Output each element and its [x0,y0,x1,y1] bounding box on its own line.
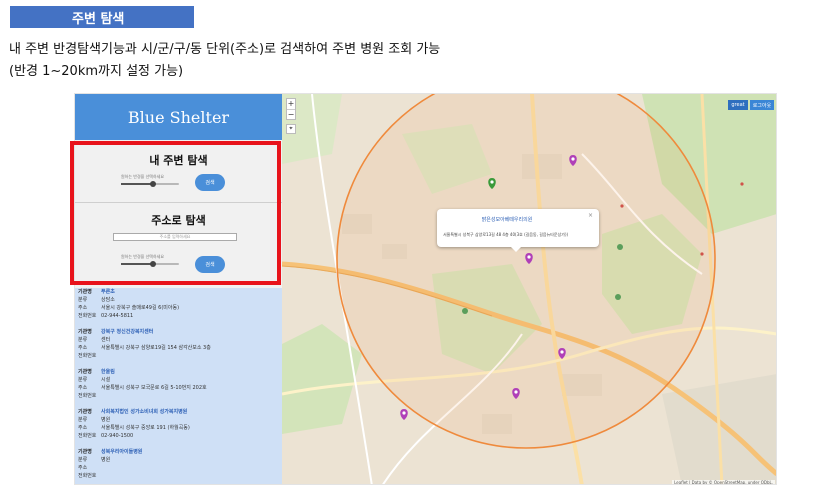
result-row-name: 기관명 푸른초 [75,288,282,296]
result-name[interactable]: 한울림 [101,368,115,376]
app-title: Blue Shelter [75,94,282,140]
result-row-phone: 전화번호 02-944-5811 [75,312,282,320]
locate-icon[interactable]: ⌖ [286,124,296,134]
result-row-name: 기관명 성북우리아이들병원 [75,448,282,456]
description-line-2: (반경 1~20km까지 설정 가능) [9,64,184,79]
marker-popup: 밝은성모아베떼우리의원 서울특별시 성북구 삼양로13길 48 4층 40(3호… [437,209,599,252]
result-row-name: 기관명 강북구 정신건강복지센터 [75,328,282,336]
result-item[interactable]: 기관명 강북구 정신건강복지센터분류 센터주소 서울특별시 강북구 삼양로19길 15… [75,328,282,360]
result-field-label: 전화번호 [78,353,97,359]
result-field-label: 전화번호 [78,393,97,399]
result-field-label: 기관명 [78,449,92,455]
section-tag: 주변 탐색 [10,6,194,28]
result-category: 상담소 [101,297,115,303]
result-address: 서울특별시 강북구 삼양로19길 154 삼각산보소 3층 [101,345,211,351]
result-row-phone: 전화번호 [75,472,282,480]
result-field-label: 전화번호 [78,473,97,479]
result-category: 병원 [101,457,111,463]
result-row-address: 주소 서울특별시 강북구 삼양로19길 154 삼각산보소 3층 [75,344,282,352]
result-category: 병원 [101,417,111,423]
result-field-label: 주소 [78,305,88,311]
map-canvas [282,94,776,484]
result-field-label: 기관명 [78,289,92,295]
result-name[interactable]: 성북우리아이들병원 [101,448,142,456]
result-row-address: 주소 서울특별시 성북구 중앙로 191 (하월곡동) [75,424,282,432]
result-name[interactable]: 사회복지법인 성가소비녀회 성가복지병원 [101,408,187,416]
result-field-label: 분류 [78,457,88,463]
result-field-label: 주소 [78,425,88,431]
map-layer-button[interactable]: great [728,100,748,110]
result-row-name: 기관명 사회복지법인 성가소비녀회 성가복지병원 [75,408,282,416]
popup-title[interactable]: 밝은성모아베떼우리의원 [437,216,577,223]
zoom-in-button[interactable]: + [287,99,295,109]
result-address: 서울시 강북구 솔매로49길 6(미아동) [101,305,180,311]
result-item[interactable]: 기관명 푸른초분류 상담소주소 서울시 강북구 솔매로49길 6(미아동) 전화번호 02… [75,288,282,320]
result-item[interactable]: 기관명 사회복지법인 성가소비녀회 성가복지병원분류 병원주소 서울특별시 성북구 중… [75,408,282,440]
result-row-category: 분류 병원 [75,456,282,464]
result-field-label: 분류 [78,377,88,383]
result-address: 서울특별시 성북구 중앙로 191 (하월곡동) [101,425,190,431]
zoom-out-button[interactable]: − [287,109,295,119]
result-row-phone: 전화번호 [75,392,282,400]
result-field-label: 전화번호 [78,433,97,439]
result-field-label: 주소 [78,465,88,471]
result-field-label: 주소 [78,345,88,351]
search-radius-circle [336,94,716,449]
result-phone: 02-940-1500 [101,433,134,439]
result-field-label: 기관명 [78,329,92,335]
result-row-address: 주소 [75,464,282,472]
result-field-label: 분류 [78,297,88,303]
result-field-label: 전화번호 [78,313,97,319]
result-field-label: 기관명 [78,369,92,375]
result-row-name: 기관명 한울림 [75,368,282,376]
description-line-1: 내 주변 반경탐색기능과 시/군/구/동 단위(주소)로 검색하여 주변 병원 … [9,42,441,57]
result-row-phone: 전화번호 02-940-1500 [75,432,282,440]
result-row-address: 주소 서울특별시 성북구 보국문로 6길 5-10번지 202호 [75,384,282,392]
result-row-address: 주소 서울시 강북구 솔매로49길 6(미아동) [75,304,282,312]
result-row-category: 분류 상담소 [75,296,282,304]
result-field-label: 기관명 [78,409,92,415]
result-row-category: 분류 센터 [75,336,282,344]
result-field-label: 분류 [78,417,88,423]
result-address: 서울특별시 성북구 보국문로 6길 5-10번지 202호 [101,385,207,391]
highlight-box [70,141,281,285]
result-row-phone: 전화번호 [75,352,282,360]
map-attribution: Leaflet | Data by © OpenStreetMap, under… [672,480,775,485]
logout-button[interactable]: 로그아웃 [750,100,774,110]
result-field-label: 주소 [78,385,88,391]
result-name[interactable]: 강북구 정신건강복지센터 [101,328,153,336]
result-row-category: 분류 시설 [75,376,282,384]
popup-address: 서울특별시 성북구 삼양로13길 48 4층 40(3호 (길음동, 길음뉴타운… [443,232,569,237]
map-view[interactable]: + − ⌖ great 로그아웃 밝은성모아베떼우리의원 서울특별시 성북구 삼… [282,94,776,485]
result-category: 센터 [101,337,111,343]
popup-close-icon[interactable]: × [588,212,593,219]
result-list: 기관명 푸른초분류 상담소주소 서울시 강북구 솔매로49길 6(미아동) 전화번호 02… [75,288,282,484]
result-category: 시설 [101,377,111,383]
result-item[interactable]: 기관명 성북우리아이들병원분류 병원주소전화번호 [75,448,282,480]
result-field-label: 분류 [78,337,88,343]
zoom-control: + − [286,98,296,120]
result-item[interactable]: 기관명 한울림분류 시설주소 서울특별시 성북구 보국문로 6길 5-10번지 202… [75,368,282,400]
result-row-category: 분류 병원 [75,416,282,424]
result-name[interactable]: 푸른초 [101,288,115,296]
result-phone: 02-944-5811 [101,313,134,319]
